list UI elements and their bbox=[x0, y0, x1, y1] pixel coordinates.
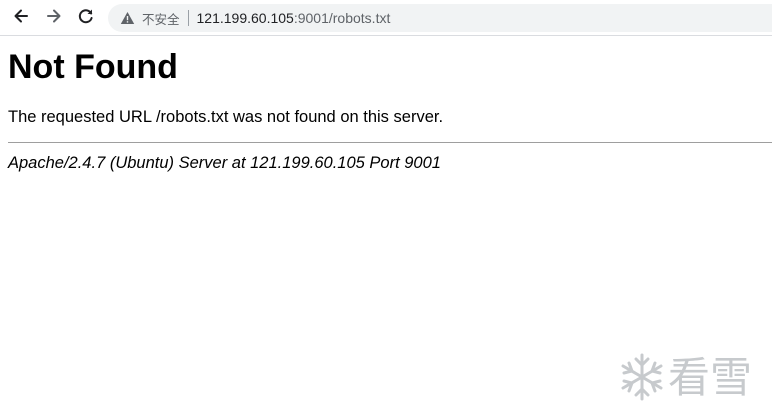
url-host: 121.199.60.105 bbox=[196, 10, 294, 26]
security-status[interactable]: 不安全 bbox=[142, 9, 180, 28]
url-text[interactable]: 121.199.60.105:9001/robots.txt bbox=[197, 10, 391, 26]
browser-toolbar: 不安全 121.199.60.105:9001/robots.txt bbox=[0, 0, 772, 36]
warning-triangle-icon[interactable] bbox=[120, 10, 136, 26]
watermark: 看雪 bbox=[616, 351, 762, 403]
server-signature: Apache/2.4.7 (Ubuntu) Server at 121.199.… bbox=[8, 154, 441, 172]
watermark-text-glyphs: 看雪 bbox=[668, 354, 752, 400]
address-bar[interactable]: 不安全 121.199.60.105:9001/robots.txt bbox=[108, 4, 772, 32]
reload-icon bbox=[77, 7, 95, 30]
arrow-right-icon bbox=[45, 7, 63, 30]
url-path: :9001/robots.txt bbox=[293, 10, 391, 26]
page-title: Not Found bbox=[8, 48, 178, 86]
arrow-left-icon bbox=[12, 7, 30, 30]
back-button[interactable] bbox=[9, 6, 33, 30]
divider bbox=[8, 142, 772, 143]
forward-button[interactable] bbox=[42, 6, 66, 30]
reload-button[interactable] bbox=[74, 6, 98, 30]
separator bbox=[187, 10, 189, 26]
snowflake-icon bbox=[616, 351, 668, 403]
page-content: Not Found The requested URL /robots.txt … bbox=[8, 36, 772, 173]
watermark-text: 看雪 bbox=[668, 354, 762, 400]
error-message: The requested URL /robots.txt was not fo… bbox=[8, 108, 444, 126]
